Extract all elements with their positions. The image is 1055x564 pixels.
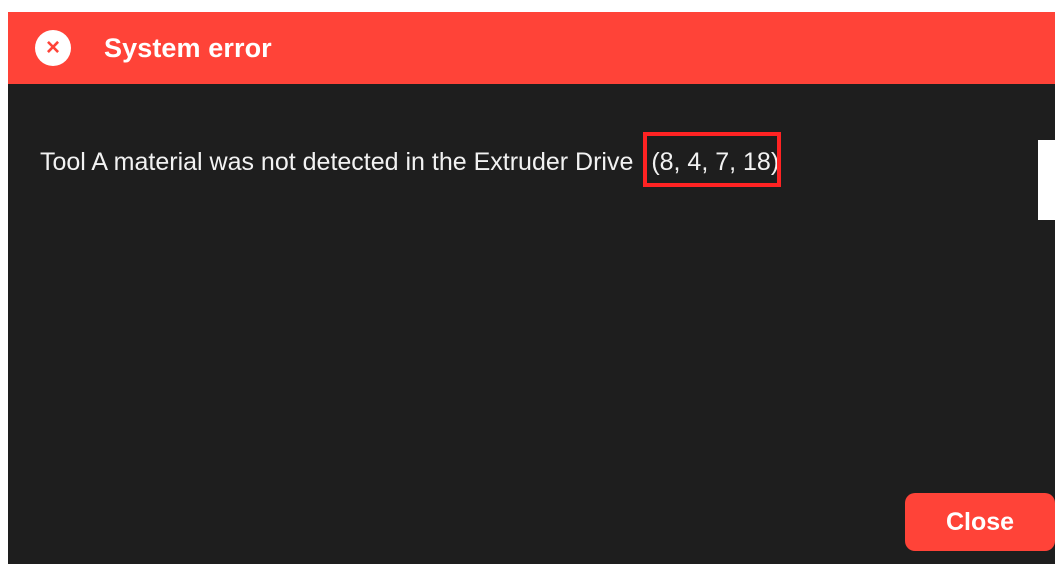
system-error-dialog: × System error Tool A material was not d… <box>8 12 1055 564</box>
dialog-title: System error <box>104 33 272 63</box>
error-message: Tool A material was not detected in the … <box>40 132 782 187</box>
close-button[interactable]: Close <box>905 493 1055 551</box>
error-code-highlight: (8, 4, 7, 18) <box>643 132 782 187</box>
screenshot-frame: × System error Tool A material was not d… <box>0 0 1055 564</box>
dialog-titlebar: × System error <box>8 12 1055 84</box>
error-code: (8, 4, 7, 18) <box>651 148 780 176</box>
error-message-text: Tool A material was not detected in the … <box>40 148 634 176</box>
side-panel-edge <box>1038 140 1055 220</box>
close-icon: × <box>35 30 71 66</box>
